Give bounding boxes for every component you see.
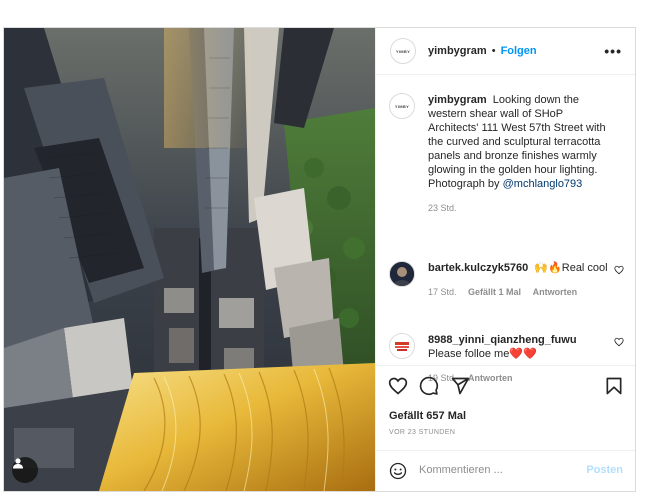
caption-time[interactable]: 23 Std. (428, 203, 457, 213)
post-card: YIMBY yimbygram • Folgen ••• YIMBY yimby… (3, 27, 636, 492)
avatar[interactable]: YIMBY (390, 38, 416, 64)
likes-count[interactable]: Gefällt 657 Mal (389, 410, 466, 422)
follow-button[interactable]: Folgen (501, 45, 537, 57)
avatar[interactable] (389, 333, 415, 359)
comment-username[interactable]: bartek.kulczyk5760 (428, 262, 528, 274)
caption-body: yimbygram Looking down the western shear… (428, 93, 608, 215)
comment-time[interactable]: 17 Std. (428, 287, 457, 297)
user-icon (13, 458, 23, 469)
action-bar (388, 376, 624, 398)
share-icon[interactable] (450, 376, 470, 396)
comment-text: Please folloe me❤️❤️ (428, 348, 537, 360)
post-photo[interactable] (4, 28, 375, 491)
avatar-photo (390, 334, 414, 358)
caption-meta: 23 Std. (428, 201, 608, 215)
like-comment-heart-icon[interactable] (614, 337, 624, 347)
avatar-logo: YIMBY (394, 103, 410, 109)
header-username[interactable]: yimbygram (428, 45, 487, 57)
reply-button[interactable]: Antworten (533, 287, 578, 297)
caption-text: Looking down the western shear wall of S… (428, 94, 606, 190)
comment-input[interactable] (419, 461, 569, 479)
heart-icon[interactable] (388, 376, 408, 396)
comments-list: YIMBY yimbygram Looking down the western… (376, 75, 635, 383)
comment-icon[interactable] (419, 376, 439, 396)
caption-mention[interactable]: @mchlanglo793 (503, 178, 583, 190)
avatar[interactable]: YIMBY (389, 93, 415, 119)
comment-text: 🙌🔥Real cool (534, 262, 608, 274)
comment-body: bartek.kulczyk5760 🙌🔥Real cool 17 Std. G… (428, 261, 608, 299)
post-header: YIMBY yimbygram • Folgen ••• (376, 28, 635, 75)
aerial-city-photo (4, 28, 375, 491)
avatar[interactable] (389, 261, 415, 287)
comment-likes[interactable]: Gefällt 1 Mal (468, 287, 521, 297)
post-button[interactable]: Posten (586, 464, 623, 476)
comment-composer: Posten (376, 450, 635, 491)
post-sidebar: YIMBY yimbygram • Folgen ••• YIMBY yimby… (375, 28, 635, 491)
comment-username[interactable]: 8988_yinni_qianzheng_fuwu (428, 334, 577, 346)
caption-username[interactable]: yimbygram (428, 94, 487, 106)
more-options-button[interactable]: ••• (604, 43, 622, 59)
separator-dot: • (491, 45, 496, 57)
post-timestamp[interactable]: VOR 23 STUNDEN (389, 429, 455, 436)
like-comment-heart-icon[interactable] (614, 265, 624, 275)
comment-meta: 17 Std. Gefällt 1 Mal Antworten (428, 285, 608, 299)
tagged-user-button[interactable] (12, 457, 38, 483)
bookmark-icon[interactable] (604, 376, 624, 396)
post-actions: Gefällt 657 Mal VOR 23 STUNDEN (376, 365, 635, 450)
avatar-photo (390, 262, 414, 286)
avatar-logo: YIMBY (395, 48, 411, 54)
emoji-icon[interactable] (389, 462, 407, 480)
